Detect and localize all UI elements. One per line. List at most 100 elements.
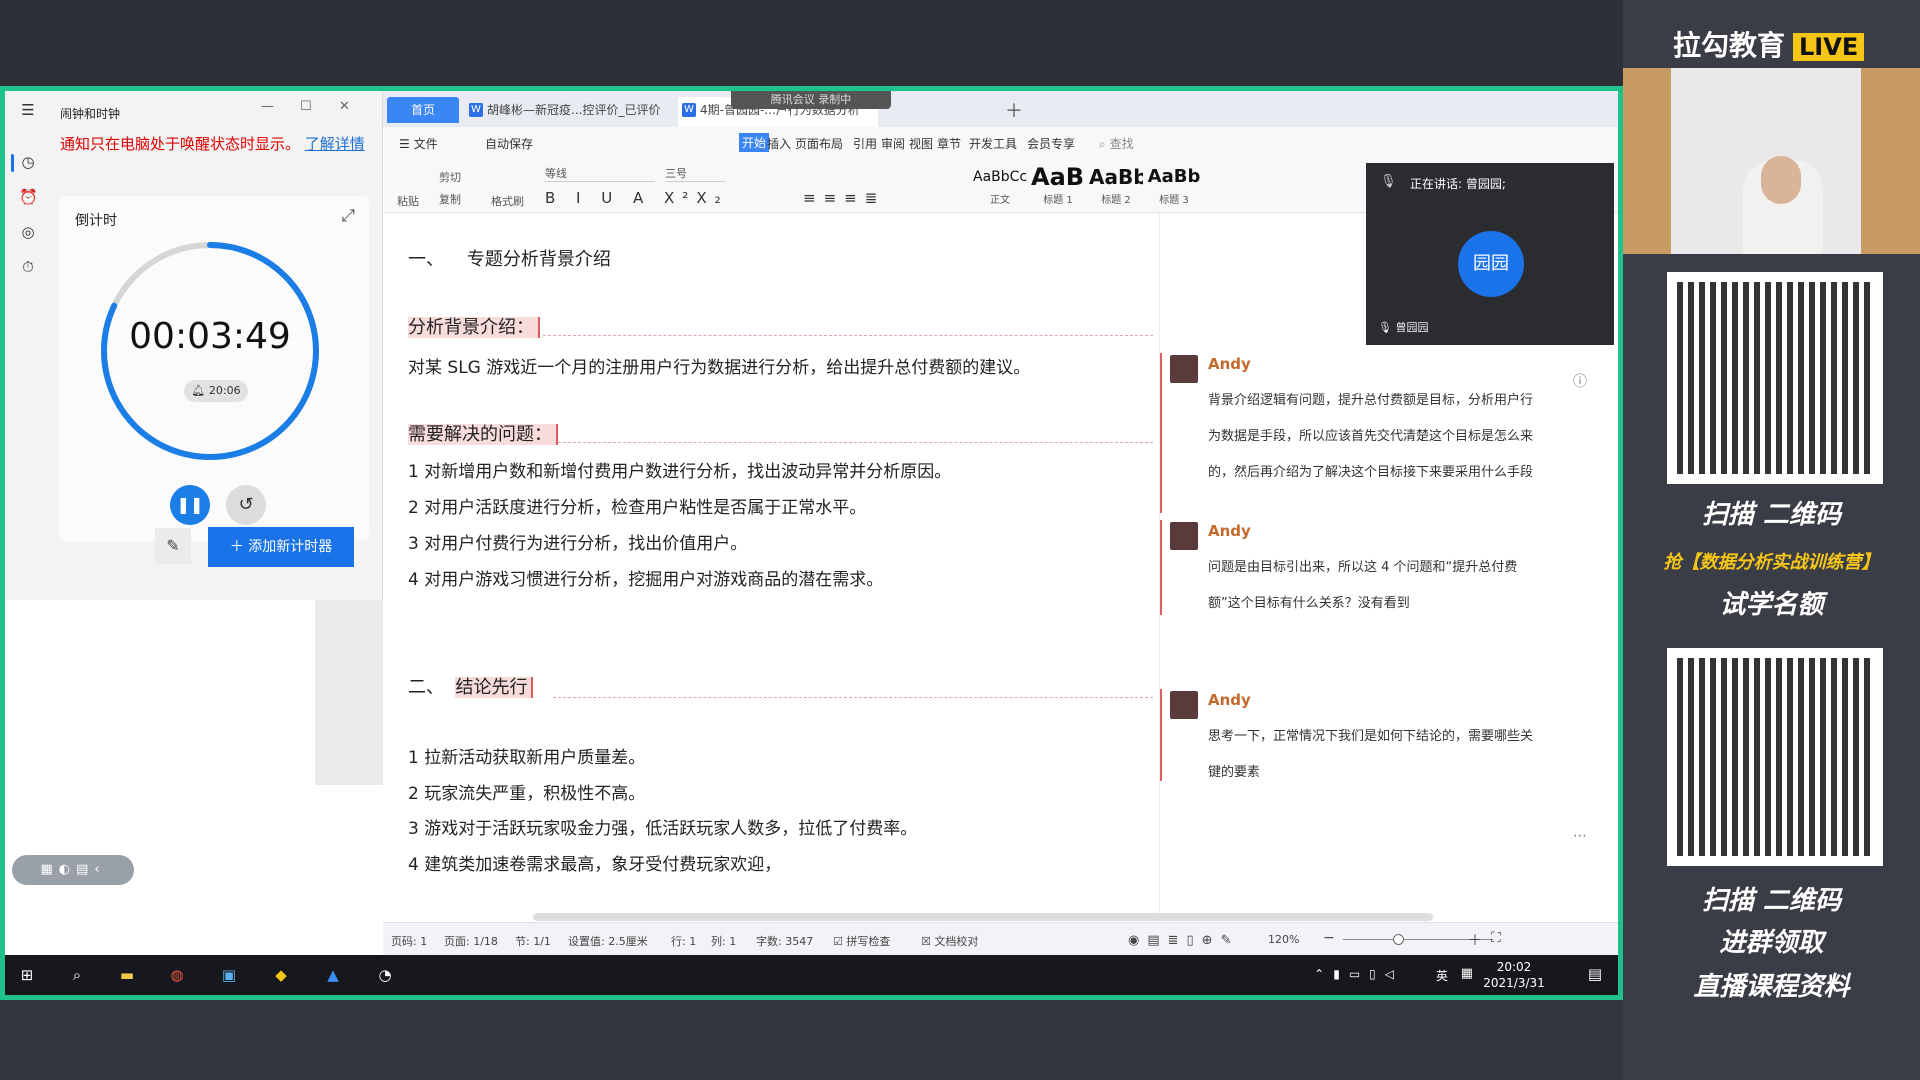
menu-view[interactable]: 视图 <box>909 135 933 152</box>
search-field[interactable]: ⌕ 查找 <box>1099 135 1134 152</box>
view-mode-buttons[interactable]: ◉▤≣▯⊕✎ <box>1128 933 1239 948</box>
reset-button[interactable]: ↺ <box>226 485 266 525</box>
style-heading-2[interactable]: AaBb(标题 2 <box>1089 163 1143 209</box>
menu-member[interactable]: 会员专享 <box>1027 135 1075 152</box>
app-icon[interactable]: ▣ <box>217 963 241 987</box>
text-format-buttons[interactable]: B I U A X²X₂ <box>545 189 729 207</box>
paragraph-buttons[interactable]: ≡≡≡≣ <box>803 189 885 207</box>
stopwatch-icon[interactable]: ⏱ <box>19 258 37 276</box>
system-tray-icons[interactable]: ⌃▮▭▯◁ <box>1314 967 1403 981</box>
status-pages: 页面: 1/18 <box>444 935 498 948</box>
section-1-title: 分析背景介绍： <box>408 313 540 339</box>
speaker-avatar: 园园 <box>1458 231 1524 297</box>
format-painter-button[interactable]: 格式刷 <box>491 193 524 209</box>
timer-icon[interactable]: ◷ <box>19 153 37 171</box>
taskbar-time: 20:02 <box>1496 960 1532 974</box>
mic-icon: 🎙︎ <box>1380 174 1397 189</box>
world-clock-icon[interactable]: ◎ <box>19 223 37 241</box>
zoom-level[interactable]: 120% <box>1268 933 1299 946</box>
help-icon[interactable]: ⓘ <box>1573 371 1587 391</box>
pause-button[interactable]: ❚❚ <box>170 485 210 525</box>
autosave-toggle[interactable]: 自动保存 <box>485 135 533 152</box>
horizontal-scrollbar[interactable] <box>533 913 1433 921</box>
heading-2-text: 结论先行 <box>455 677 534 698</box>
ime-indicator[interactable]: 英 <box>1436 967 1448 984</box>
menu-insert[interactable]: 插入 <box>767 135 791 152</box>
alarm-icon[interactable]: ⏰ <box>19 188 38 206</box>
font-select[interactable]: 等线 <box>545 165 655 182</box>
learn-more-link[interactable]: 了解详情 <box>305 135 365 153</box>
notification-icon[interactable]: ▤ <box>1588 965 1602 983</box>
menu-chapter[interactable]: 章节 <box>937 135 961 152</box>
zoom-out-icon[interactable]: − <box>1323 930 1335 946</box>
spell-check-button[interactable]: ☑ 拼写检查 <box>833 933 890 949</box>
taskbar-clock[interactable]: 20:02 2021/3/31 <box>1474 959 1554 991</box>
menu-start[interactable]: 开始 <box>739 133 770 152</box>
style-h2-sample: AaBb( <box>1089 165 1143 189</box>
maximize-icon[interactable]: ☐ <box>300 99 312 114</box>
close-icon[interactable]: ✕ <box>339 99 350 114</box>
cut-button[interactable]: 剪切 <box>439 169 461 185</box>
menu-file-label: 文件 <box>413 137 438 151</box>
menu-references[interactable]: 引用 <box>853 135 877 152</box>
start-icon[interactable]: ⊞ <box>15 963 39 987</box>
menu-layout[interactable]: 页面布局 <box>795 135 843 152</box>
minimize-icon[interactable]: — <box>261 99 274 114</box>
chrome-icon[interactable]: ◍ <box>165 963 189 987</box>
comment-3[interactable]: Andy 思考一下，正常情况下我们是如何下结论的，需要哪些关键的要素 <box>1160 689 1540 781</box>
document-page[interactable]: 一、 专题分析背景介绍 分析背景介绍： 对某 SLG 游戏近一个月的注册用户行为… <box>383 213 1158 913</box>
clock-app-title: 闹钟和时钟 <box>60 107 121 121</box>
comment-1[interactable]: Andy 背景介绍逻辑有问题，提升总付费额是目标，分析用户行为数据是手段，所以应… <box>1160 353 1540 513</box>
zoom-in-icon[interactable]: ＋ <box>1468 930 1482 950</box>
paste-button[interactable]: 粘贴 <box>397 193 419 209</box>
meeting-app-icon[interactable]: ▲ <box>321 963 345 987</box>
ime-grid-icon[interactable]: ▦ <box>1461 966 1473 981</box>
word-doc-icon: W <box>682 103 696 117</box>
menu-review[interactable]: 审阅 <box>881 135 905 152</box>
speaker-name-text: 曾园园 <box>1395 321 1429 334</box>
alarm-time: 20:06 <box>208 384 241 397</box>
new-tab-icon[interactable]: ＋ <box>1005 97 1023 123</box>
problem-2: 2 对用户活跃度进行分析，检查用户粘性是否属于正常水平。 <box>408 498 867 518</box>
qr-pattern <box>1677 658 1873 856</box>
speaker-name: 🎙︎ 曾园园 <box>1378 321 1429 334</box>
proofread-button[interactable]: ☒ 文档校对 <box>921 933 978 949</box>
proofread-label: 文档校对 <box>934 935 979 948</box>
edit-button[interactable]: ✎ <box>155 528 191 564</box>
heading-1-number: 一、 <box>408 249 444 270</box>
status-words[interactable]: 字数: 3547 <box>756 933 813 949</box>
status-setting: 设置值: 2.5厘米 <box>568 935 648 948</box>
tab-home[interactable]: 首页 <box>387 97 459 123</box>
comment-text: 背景介绍逻辑有问题，提升总付费额是目标，分析用户行为数据是手段，所以应该首先交代… <box>1208 393 1534 480</box>
add-timer-button[interactable]: ＋ 添加新计时器 <box>208 527 354 567</box>
qr-pattern <box>1677 282 1873 474</box>
status-bar: 页码: 1 页面: 1/18 节: 1/1 设置值: 2.5厘米 行: 1 列:… <box>383 922 1618 955</box>
expand-icon[interactable]: ⤢ <box>341 206 355 226</box>
style-heading-1[interactable]: AaBl 标题 1 <box>1031 163 1085 209</box>
vscode-icon[interactable]: ◆ <box>269 963 293 987</box>
zoom-slider-thumb[interactable] <box>1393 934 1404 945</box>
style-normal[interactable]: AaBbCcD 正文 <box>973 163 1027 209</box>
menu-icon[interactable]: ☰ <box>19 101 37 119</box>
conclusion-2: 2 玩家流失严重，积极性不高。 <box>408 784 646 804</box>
tab-document-1[interactable]: W 胡峰彬—新冠疫...控评价_已评价 <box>465 97 675 127</box>
font-size-select[interactable]: 三号 <box>665 165 725 182</box>
menu-file[interactable]: ☰ 文件 <box>399 135 438 152</box>
comment-text: 问题是由目标引出来，所以这 4 个问题和“提升总付费额”这个目标有什么关系？没有… <box>1208 560 1518 611</box>
scan-qr-text-2: 扫描 二维码 <box>1701 886 1842 916</box>
search-icon[interactable]: ⌕ <box>65 963 89 987</box>
scan-qr-text-1: 扫描 二维码 <box>1701 500 1842 530</box>
qr-code-1 <box>1667 272 1883 484</box>
notice-text: 通知只在电脑处于唤醒状态时显示。 了解详情 <box>60 133 370 155</box>
fullscreen-icon[interactable]: ⛶ <box>1491 930 1501 946</box>
more-icon[interactable]: ⋯ <box>1573 828 1587 844</box>
comment-2[interactable]: Andy 问题是由目标引出来，所以这 4 个问题和“提升总付费额”这个目标有什么… <box>1160 520 1540 615</box>
clock-app-icon[interactable]: ◔ <box>373 963 397 987</box>
menu-developer[interactable]: 开发工具 <box>969 135 1017 152</box>
file-explorer-icon[interactable]: ▬ <box>115 963 139 987</box>
heading-1-text: 专题分析背景介绍 <box>466 249 611 270</box>
meeting-mini-toolbar[interactable]: ▦◐▤‹ <box>12 855 134 885</box>
webcam-feed <box>1623 68 1920 254</box>
copy-button[interactable]: 复制 <box>439 191 461 207</box>
style-heading-3[interactable]: AaBb 标题 3 <box>1147 163 1201 209</box>
